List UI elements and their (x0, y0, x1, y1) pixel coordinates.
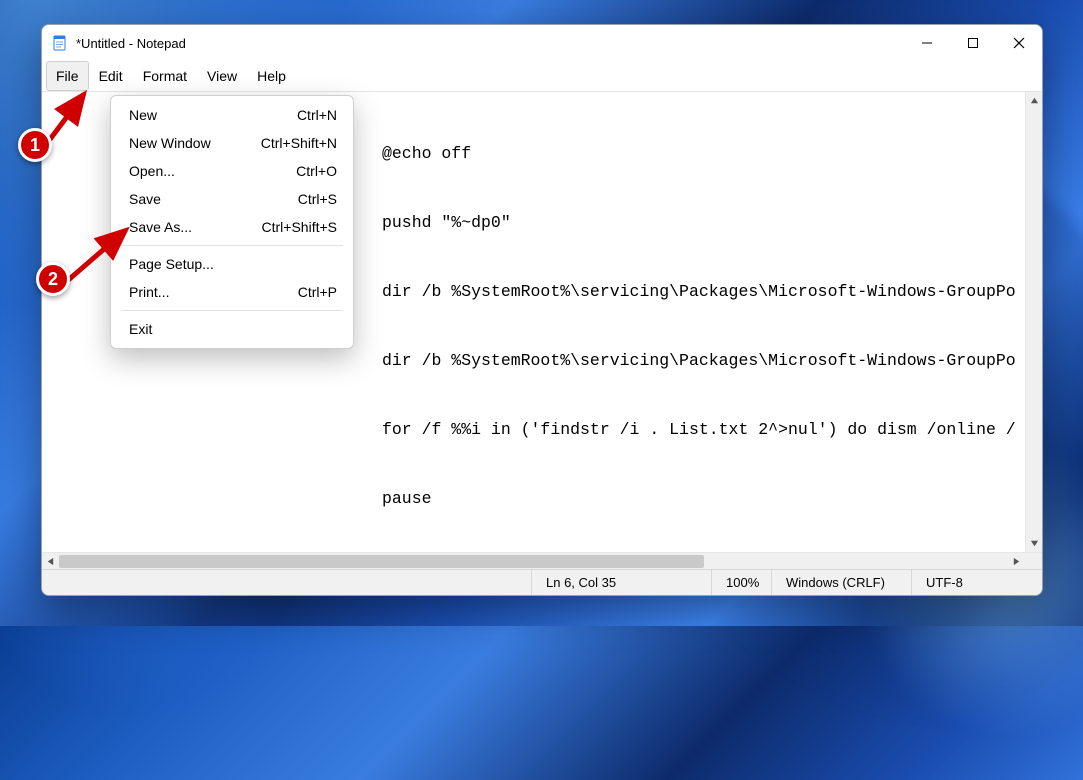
annotation-arrow-1 (44, 88, 104, 151)
menu-shortcut: Ctrl+O (296, 163, 337, 179)
scroll-down-icon[interactable] (1026, 535, 1042, 552)
editor-line: dir /b %SystemRoot%\servicing\Packages\M… (382, 280, 1019, 303)
window-controls (904, 25, 1042, 61)
menu-label: New Window (129, 135, 261, 151)
annotation-marker-2: 2 (36, 262, 70, 296)
menu-item-new-window[interactable]: New Window Ctrl+Shift+N (111, 129, 353, 157)
editor-line: pushd "%~dp0" (382, 211, 1019, 234)
window-title: *Untitled - Notepad (76, 36, 186, 51)
menu-item-open[interactable]: Open... Ctrl+O (111, 157, 353, 185)
status-eol: Windows (CRLF) (772, 570, 912, 595)
editor-line: pause (382, 487, 1019, 510)
status-encoding: UTF-8 (912, 570, 1042, 595)
scroll-left-icon[interactable] (42, 553, 59, 570)
editor-line: for /f %%i in ('findstr /i . List.txt 2^… (382, 418, 1019, 441)
annotation-marker-1: 1 (18, 128, 52, 162)
menu-label: Page Setup... (129, 256, 337, 272)
menubar: File Edit Format View Help (42, 61, 1042, 91)
menu-label: Exit (129, 321, 337, 337)
scroll-up-icon[interactable] (1026, 92, 1042, 109)
horizontal-scrollbar[interactable] (42, 552, 1042, 569)
menu-separator (121, 310, 343, 311)
editor-line: @echo off (382, 142, 1019, 165)
menu-shortcut: Ctrl+P (298, 284, 337, 300)
annotation-arrow-2 (60, 224, 150, 297)
menu-shortcut: Ctrl+Shift+N (261, 135, 337, 151)
menu-shortcut: Ctrl+N (297, 107, 337, 123)
menu-edit[interactable]: Edit (89, 61, 133, 91)
maximize-button[interactable] (950, 25, 996, 61)
menu-item-exit[interactable]: Exit (111, 315, 353, 343)
scroll-corner (1025, 553, 1042, 570)
scroll-track[interactable] (59, 553, 1008, 570)
minimize-button[interactable] (904, 25, 950, 61)
menu-label: Open... (129, 163, 296, 179)
menu-item-new[interactable]: New Ctrl+N (111, 101, 353, 129)
status-position: Ln 6, Col 35 (532, 570, 712, 595)
titlebar[interactable]: *Untitled - Notepad (42, 25, 1042, 61)
menu-separator (121, 245, 343, 246)
menu-help[interactable]: Help (247, 61, 296, 91)
menu-label: Print... (129, 284, 298, 300)
vertical-scrollbar[interactable] (1025, 92, 1042, 552)
menu-file[interactable]: File (46, 61, 89, 91)
menu-label: Save (129, 191, 298, 207)
status-zoom: 100% (712, 570, 772, 595)
menu-item-save[interactable]: Save Ctrl+S (111, 185, 353, 213)
statusbar: Ln 6, Col 35 100% Windows (CRLF) UTF-8 (42, 569, 1042, 595)
menu-label: New (129, 107, 297, 123)
scroll-right-icon[interactable] (1008, 553, 1025, 570)
scroll-thumb[interactable] (59, 555, 704, 568)
menu-shortcut: Ctrl+S (298, 191, 337, 207)
menu-view[interactable]: View (197, 61, 247, 91)
editor-line: dir /b %SystemRoot%\servicing\Packages\M… (382, 349, 1019, 372)
menu-format[interactable]: Format (133, 61, 197, 91)
menu-shortcut: Ctrl+Shift+S (262, 219, 337, 235)
notepad-icon (52, 35, 68, 51)
file-menu-dropdown: New Ctrl+N New Window Ctrl+Shift+N Open.… (110, 95, 354, 349)
close-button[interactable] (996, 25, 1042, 61)
